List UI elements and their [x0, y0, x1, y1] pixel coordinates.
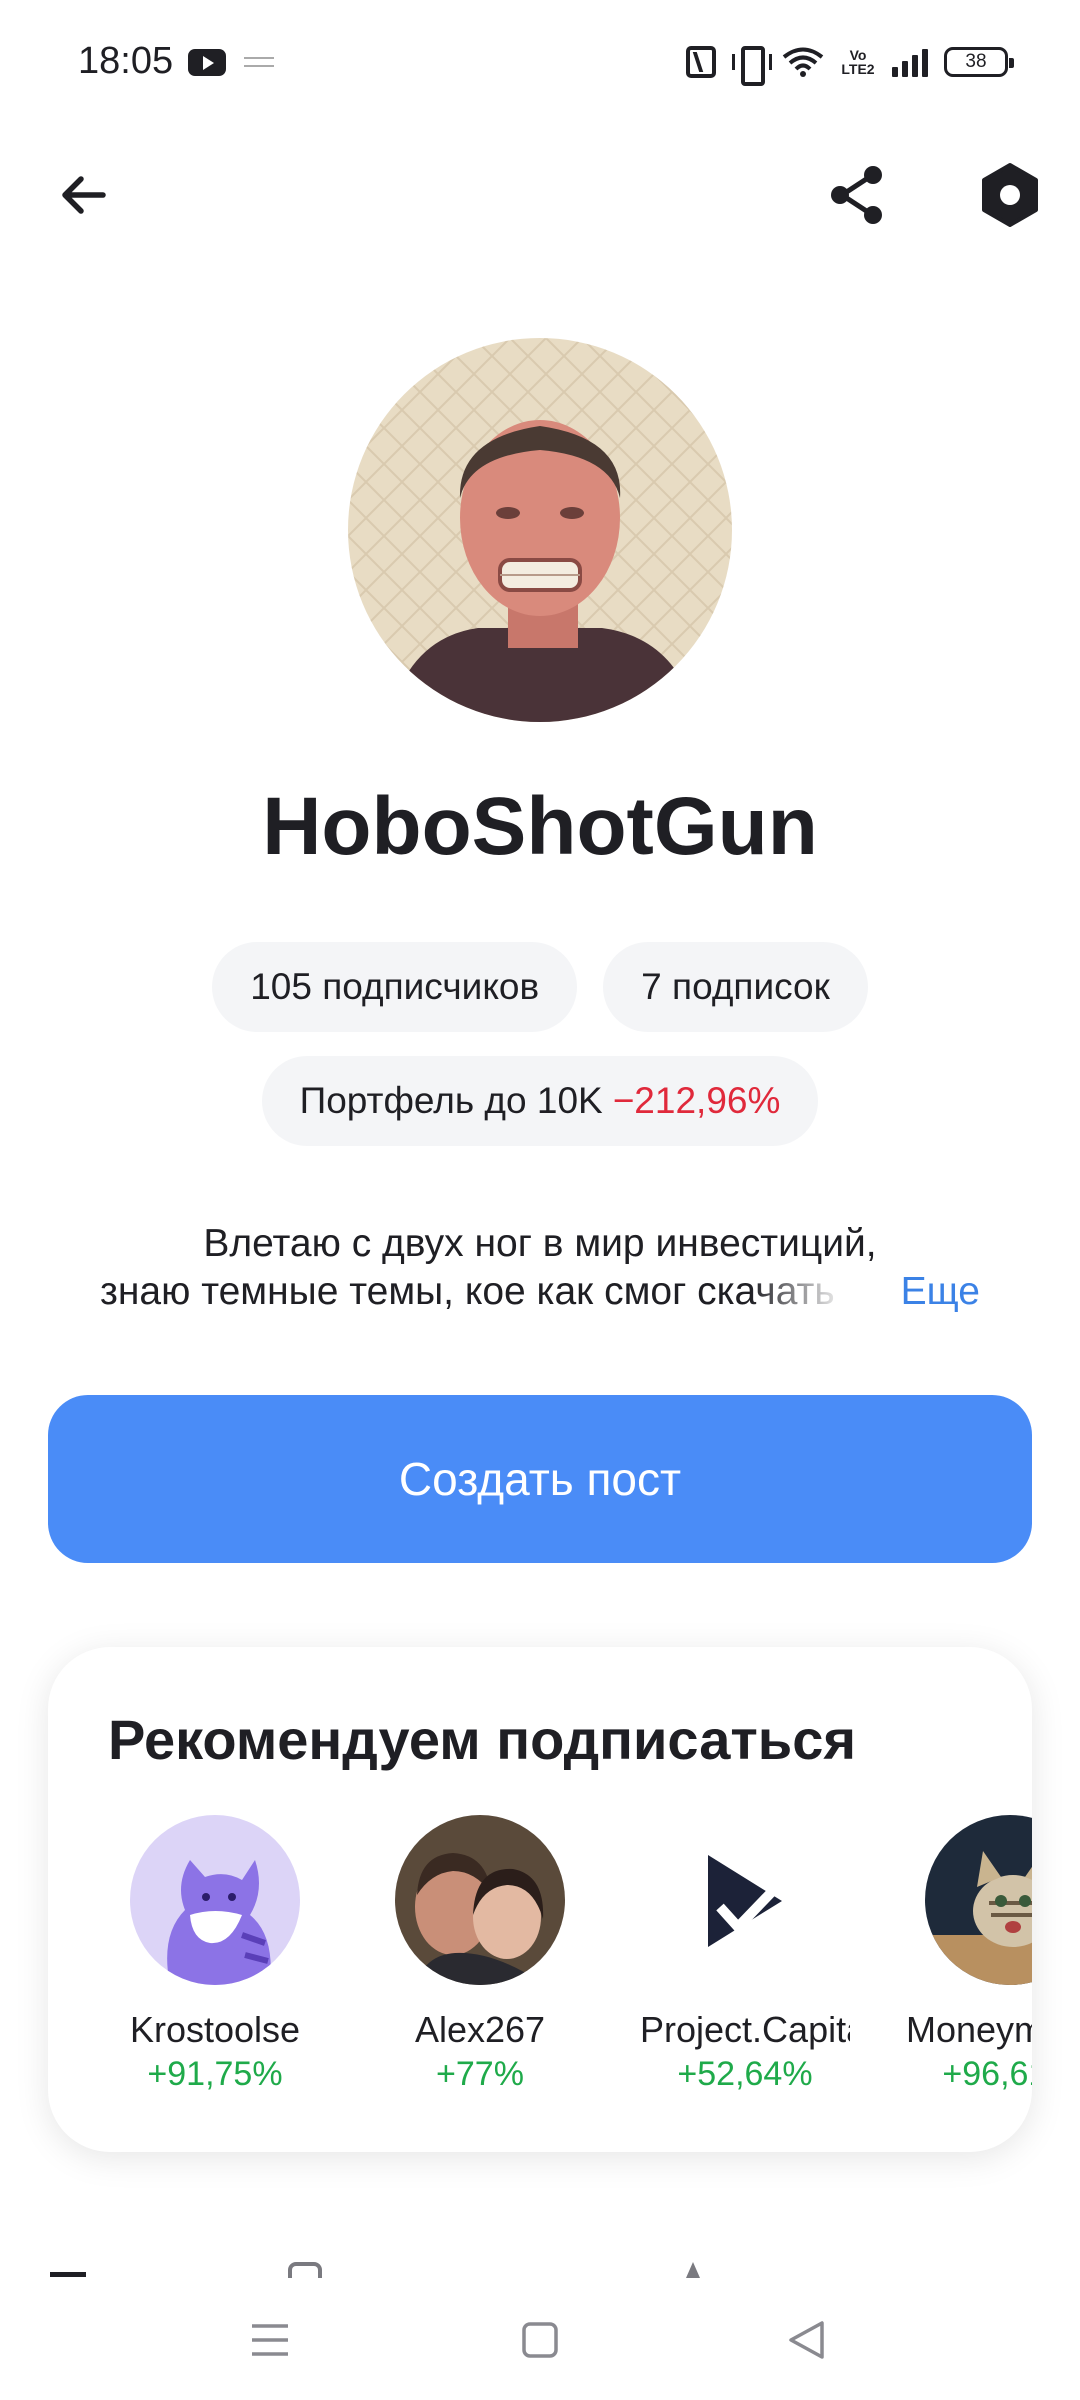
portfolio-change: −212,96%	[612, 1080, 781, 1121]
recommended-user[interactable]: Moneymaker +96,61%	[885, 1815, 1032, 2094]
settings-button[interactable]	[973, 158, 1047, 232]
back-triangle-icon	[789, 2321, 824, 2359]
user-gain: +77%	[436, 2055, 524, 2093]
home-button[interactable]	[500, 2300, 580, 2380]
user-avatar	[395, 1815, 565, 1985]
battery-icon: 38	[944, 47, 1014, 77]
status-bar: 18:05 Vo LTE2 38	[0, 0, 1080, 125]
status-icons: Vo LTE2 38	[686, 42, 1014, 86]
username: HoboShotGun	[262, 781, 818, 872]
home-square-icon	[522, 2322, 558, 2358]
youtube-icon	[188, 49, 226, 76]
vibrate-icon	[732, 46, 772, 86]
share-button[interactable]	[823, 160, 893, 230]
user-gain: +96,61%	[942, 2055, 1032, 2093]
user-gain: +91,75%	[147, 2055, 283, 2093]
user-name: Alex267	[414, 2009, 546, 2050]
user-gain: +52,64%	[677, 2055, 813, 2093]
portfolio-row: Портфель до 10K −212,96%	[0, 1056, 1080, 1146]
recommended-user[interactable]: Krostoolse +91,75%	[90, 1815, 340, 2094]
wifi-icon	[782, 47, 824, 77]
recommendations-card: Рекомендуем подписаться Krostoolse +91,7…	[48, 1647, 1032, 2152]
profile-tabs-peek	[0, 2250, 1080, 2280]
signal-icon	[892, 47, 928, 77]
portfolio-chip[interactable]: Портфель до 10K −212,96%	[261, 1056, 819, 1146]
user-avatar	[660, 1815, 830, 1985]
portfolio-label: Портфель до 10K	[299, 1080, 603, 1121]
user-avatar	[925, 1815, 1032, 1985]
user-name: Project.Capital	[640, 2009, 850, 2050]
stats-row: 105 подписчиков 7 подписок	[0, 942, 1080, 1032]
system-nav-bar	[0, 2280, 1080, 2400]
notification-icon	[244, 57, 274, 67]
nfc-icon	[686, 46, 716, 78]
profile-avatar[interactable]	[348, 338, 732, 722]
nav-back-button[interactable]	[766, 2300, 846, 2380]
recommended-user[interactable]: Alex267 +77%	[355, 1815, 605, 2094]
user-avatar	[130, 1815, 300, 1985]
bio-line-1: Влетаю с двух ног в мир инвестиций,	[203, 1222, 877, 1265]
create-post-button[interactable]: Создать пост	[48, 1395, 1032, 1563]
back-arrow-icon	[62, 176, 106, 214]
share-icon	[831, 166, 882, 224]
lte-label: Vo LTE2	[841, 47, 875, 77]
bio-more-link[interactable]: Еще	[901, 1268, 980, 1316]
user-name: Krostoolse	[129, 2009, 301, 2050]
followers-chip[interactable]: 105 подписчиков	[212, 942, 578, 1032]
recents-button[interactable]	[230, 2300, 310, 2380]
following-chip[interactable]: 7 подписок	[603, 942, 868, 1032]
profile-bio: Влетаю с двух ног в мир инвестиций, знаю…	[100, 1220, 980, 1316]
recommended-user[interactable]: Project.Capital +52,64%	[620, 1815, 870, 2094]
bio-line-2-wrap: знаю темные темы, кое как смог скачать Е…	[100, 1268, 980, 1316]
menu-icon	[252, 2324, 288, 2356]
recommendations-title: Рекомендуем подписаться	[108, 1708, 857, 1771]
back-button[interactable]	[48, 160, 118, 230]
status-time: 18:05	[78, 40, 174, 82]
tab-indicator	[50, 2272, 86, 2277]
settings-hexagon-icon	[982, 163, 1038, 227]
user-name: Moneymaker	[905, 2009, 1032, 2050]
battery-level: 38	[965, 51, 987, 72]
